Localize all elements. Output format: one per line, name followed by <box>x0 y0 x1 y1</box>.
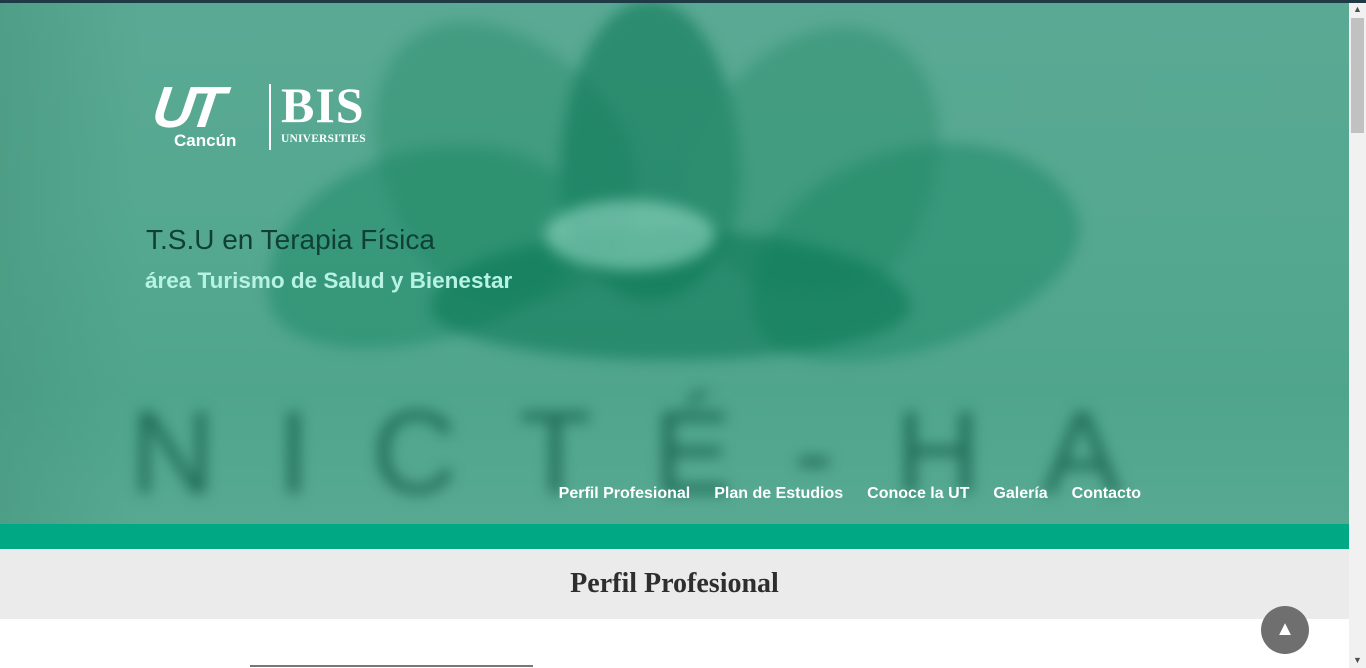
content-divider <box>250 665 533 667</box>
scroll-down-arrow-icon[interactable]: ▼ <box>1349 651 1366 668</box>
ut-logo-city: Cancún <box>174 131 237 150</box>
nav-galeria[interactable]: Galería <box>993 484 1047 504</box>
hero-shade <box>0 0 140 524</box>
scroll-to-top-button[interactable]: ▲ <box>1261 606 1309 654</box>
arrow-up-icon: ▲ <box>1275 618 1295 640</box>
logo-divider <box>269 84 271 150</box>
background-glow <box>545 200 715 270</box>
hero-title: T.S.U en Terapia Física <box>146 224 435 255</box>
ut-logo: UT Cancún <box>149 75 263 152</box>
hero-banner: NICTÉ-HA UT Cancún BIS UNIVERSITIES T.S.… <box>0 0 1349 524</box>
nav-plan-de-estudios[interactable]: Plan de Estudios <box>714 484 843 504</box>
hero-subtitle: área Turismo de Salud y Bienestar <box>145 268 513 293</box>
accent-bar <box>0 524 1349 549</box>
nav-perfil-profesional[interactable]: Perfil Profesional <box>559 484 691 504</box>
scrollbar-thumb[interactable] <box>1351 18 1364 133</box>
bis-logo-mark: BIS <box>281 77 365 133</box>
bis-logo-sub: UNIVERSITIES <box>281 133 366 145</box>
page-scrollbar[interactable]: ▲ ▼ <box>1349 0 1366 668</box>
main-nav: Perfil Profesional Plan de Estudios Cono… <box>559 484 1141 504</box>
nav-conoce-la-ut[interactable]: Conoce la UT <box>867 484 969 504</box>
site-logo[interactable]: UT Cancún BIS UNIVERSITIES <box>149 75 366 152</box>
ut-logo-mark: UT <box>148 75 223 140</box>
page: NICTÉ-HA UT Cancún BIS UNIVERSITIES T.S.… <box>0 0 1349 668</box>
top-edge-line <box>0 0 1366 3</box>
bis-logo: BIS UNIVERSITIES <box>281 80 366 146</box>
section-title: Perfil Profesional <box>570 568 779 599</box>
section-header: Perfil Profesional <box>0 549 1349 619</box>
nav-contacto[interactable]: Contacto <box>1072 484 1141 504</box>
